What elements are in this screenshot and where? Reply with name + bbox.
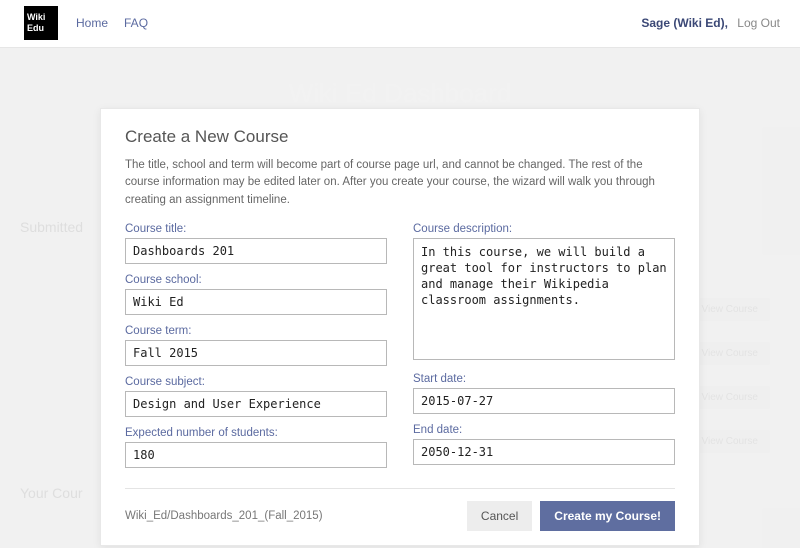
modal-title: Create a New Course [125, 127, 675, 147]
input-course-description[interactable] [413, 238, 675, 360]
create-course-button[interactable]: Create my Course! [540, 501, 675, 531]
input-start-date[interactable] [413, 388, 675, 414]
label-course-subject: Course subject: [125, 376, 387, 388]
label-start-date: Start date: [413, 373, 675, 385]
input-course-subject[interactable] [125, 391, 387, 417]
label-course-school: Course school: [125, 274, 387, 286]
user-name: Sage (Wiki Ed) [641, 16, 724, 30]
label-course-description: Course description: [413, 223, 675, 235]
input-course-title[interactable] [125, 238, 387, 264]
label-course-title: Course title: [125, 223, 387, 235]
input-course-term[interactable] [125, 340, 387, 366]
logo-text-1: Wiki [27, 12, 45, 23]
logo[interactable]: Wiki Edu [24, 6, 58, 40]
cancel-button[interactable]: Cancel [467, 501, 532, 531]
nav-home[interactable]: Home [76, 16, 108, 30]
user-info: Sage (Wiki Ed), Log Out [641, 16, 780, 30]
course-slug: Wiki_Ed/Dashboards_201_(Fall_2015) [125, 510, 459, 522]
input-expected-students[interactable] [125, 442, 387, 468]
label-course-term: Course term: [125, 325, 387, 337]
nav-faq[interactable]: FAQ [124, 16, 148, 30]
input-end-date[interactable] [413, 439, 675, 465]
create-course-modal: Create a New Course The title, school an… [100, 108, 700, 546]
top-nav: Wiki Edu Home FAQ Sage (Wiki Ed), Log Ou… [0, 0, 800, 48]
label-end-date: End date: [413, 424, 675, 436]
modal-intro: The title, school and term will become p… [125, 157, 675, 209]
label-expected-students: Expected number of students: [125, 427, 387, 439]
logo-text-2: Edu [27, 23, 44, 34]
logout-link[interactable]: Log Out [737, 16, 780, 30]
input-course-school[interactable] [125, 289, 387, 315]
modal-overlay: Create a New Course The title, school an… [0, 48, 800, 548]
